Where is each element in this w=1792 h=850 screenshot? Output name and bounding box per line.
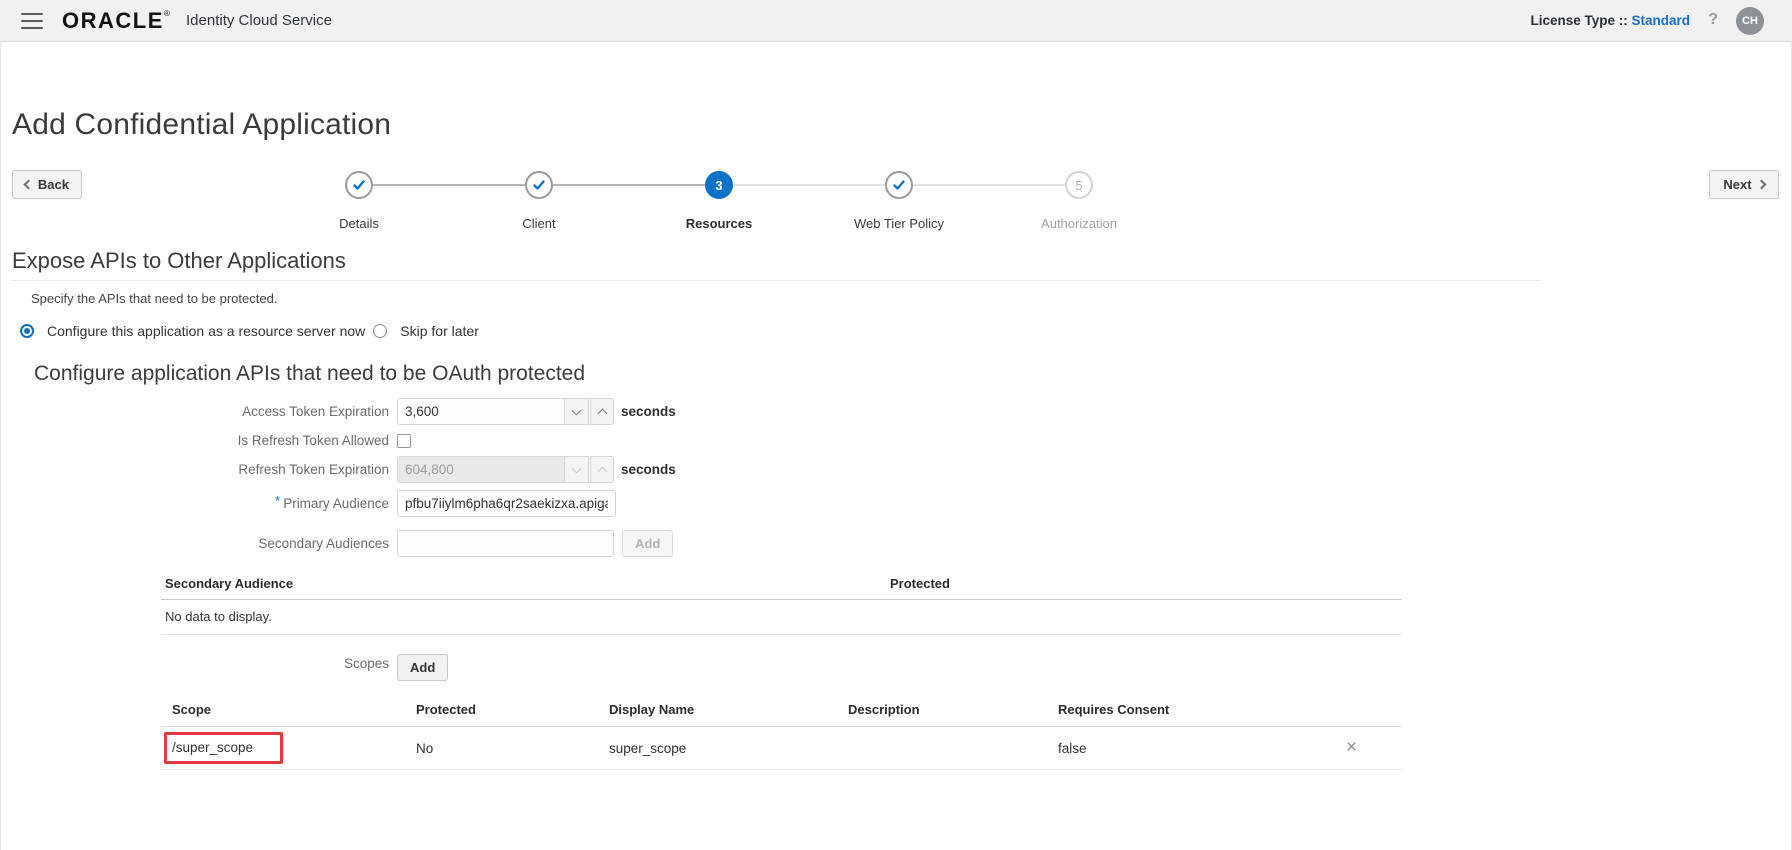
step-number: 5 (1065, 171, 1093, 199)
scope-description-value (837, 727, 1047, 770)
spinner-up-button-disabled (590, 456, 614, 483)
next-button-label: Next (1723, 177, 1751, 192)
secondary-audiences-row: Secondary Audiences Add (1, 530, 901, 557)
column-header-display-name: Display Name (598, 696, 837, 727)
spinner-down-button[interactable] (565, 398, 589, 425)
step-details[interactable]: Details (269, 171, 449, 231)
scope-table-row: /super_scope No super_scope false × (161, 727, 1401, 770)
secondary-audiences-input[interactable] (397, 530, 614, 557)
step-number[interactable]: 3 (705, 171, 733, 199)
chevron-up-icon (597, 408, 607, 418)
no-data-text: No data to display. (161, 600, 1401, 635)
scope-requires-consent-value: false (1047, 727, 1335, 770)
radio-configure-resource-server[interactable] (20, 324, 34, 338)
radio-configure-label: Configure this application as a resource… (47, 323, 365, 339)
chevron-right-icon (1756, 180, 1766, 190)
column-header-secondary-audience: Secondary Audience (161, 570, 886, 600)
refresh-allowed-checkbox[interactable] (397, 434, 411, 448)
configure-apis-heading: Configure application APIs that need to … (34, 362, 585, 386)
main-content: Add Confidential Application Back Next D… (0, 42, 1792, 850)
column-header-description: Description (837, 696, 1047, 727)
step-resources[interactable]: 3 Resources (629, 171, 809, 231)
expose-apis-subtext: Specify the APIs that need to be protect… (31, 291, 277, 306)
refresh-token-row: Refresh Token Expiration seconds (1, 456, 901, 483)
primary-audience-input[interactable] (397, 490, 616, 517)
primary-audience-row: *Primary Audience (1, 490, 901, 517)
license-type: License Type :: Standard (1530, 13, 1690, 28)
refresh-token-label: Refresh Token Expiration (1, 462, 397, 477)
check-icon (531, 177, 547, 193)
required-asterisk: * (275, 493, 280, 508)
chevron-down-icon (572, 463, 582, 473)
seconds-suffix: seconds (621, 462, 676, 477)
remove-scope-icon[interactable]: × (1346, 741, 1357, 755)
access-token-label: Access Token Expiration (1, 404, 397, 419)
step-client[interactable]: Client (449, 171, 629, 231)
oracle-logo: ORACLE® (62, 8, 171, 34)
resource-server-radio-group: Configure this application as a resource… (20, 323, 479, 339)
column-header-protected: Protected (405, 696, 598, 727)
seconds-suffix: seconds (621, 404, 676, 419)
step-web-tier-policy[interactable]: Web Tier Policy (809, 171, 989, 231)
access-token-row: Access Token Expiration seconds (1, 398, 901, 425)
primary-audience-label-text: Primary Audience (283, 496, 389, 511)
next-button[interactable]: Next (1709, 170, 1779, 199)
chevron-down-icon (572, 405, 582, 415)
hamburger-menu-icon[interactable] (21, 13, 43, 29)
spinner-down-button-disabled (565, 456, 589, 483)
secondary-audiences-label: Secondary Audiences (1, 536, 397, 551)
step-label: Client (449, 216, 629, 231)
back-button-label: Back (38, 177, 69, 192)
empty-row: No data to display. (161, 600, 1401, 635)
check-icon (891, 177, 907, 193)
scopes-table: Scope Protected Display Name Description… (161, 696, 1401, 770)
page-title: Add Confidential Application (12, 108, 391, 142)
step-label: Details (269, 216, 449, 231)
refresh-token-input (397, 456, 565, 483)
step-label: Web Tier Policy (809, 216, 989, 231)
column-header-scope: Scope (161, 696, 405, 727)
step-label: Authorization (989, 216, 1169, 231)
license-label: License Type :: (1530, 13, 1631, 28)
chevron-left-icon (24, 180, 34, 190)
step-authorization[interactable]: 5 Authorization (989, 171, 1169, 231)
oauth-config-form: Access Token Expiration seconds Is Refre… (1, 398, 901, 557)
spinner-up-button[interactable] (590, 398, 614, 425)
secondary-audience-add-button[interactable]: Add (622, 530, 673, 557)
access-token-input[interactable] (397, 398, 565, 425)
column-header-actions (1335, 696, 1401, 727)
expose-apis-heading: Expose APIs to Other Applications (12, 248, 346, 274)
help-icon[interactable]: ? (1708, 11, 1718, 29)
scope-display-name-value: super_scope (598, 727, 837, 770)
column-header-protected: Protected (886, 570, 1401, 600)
radio-skip-for-later[interactable] (373, 324, 387, 338)
chevron-up-icon (597, 466, 607, 476)
step-label: Resources (629, 216, 809, 231)
primary-audience-label: *Primary Audience (1, 496, 397, 511)
secondary-audience-table: Secondary Audience Protected No data to … (161, 570, 1401, 635)
scopes-add-button[interactable]: Add (397, 654, 448, 681)
back-button[interactable]: Back (12, 170, 82, 199)
scope-protected-value: No (405, 727, 598, 770)
section-divider (12, 280, 1542, 281)
wizard-stepper: Details Client 3 Resources Web Tier Poli… (269, 171, 1169, 231)
scopes-label: Scopes (1, 656, 397, 671)
radio-skip-label: Skip for later (400, 323, 479, 339)
column-header-requires-consent: Requires Consent (1047, 696, 1335, 727)
scope-value-highlighted: /super_scope (164, 732, 283, 764)
check-icon (351, 177, 367, 193)
product-name: Identity Cloud Service (186, 12, 332, 29)
scopes-row: Scopes Add (1, 654, 448, 681)
avatar[interactable]: CH (1736, 7, 1764, 35)
license-value-link[interactable]: Standard (1631, 13, 1690, 28)
top-bar: ORACLE® Identity Cloud Service License T… (0, 0, 1792, 42)
refresh-allowed-row: Is Refresh Token Allowed (1, 433, 901, 448)
refresh-allowed-label: Is Refresh Token Allowed (1, 433, 397, 448)
registered-mark: ® (164, 9, 171, 18)
